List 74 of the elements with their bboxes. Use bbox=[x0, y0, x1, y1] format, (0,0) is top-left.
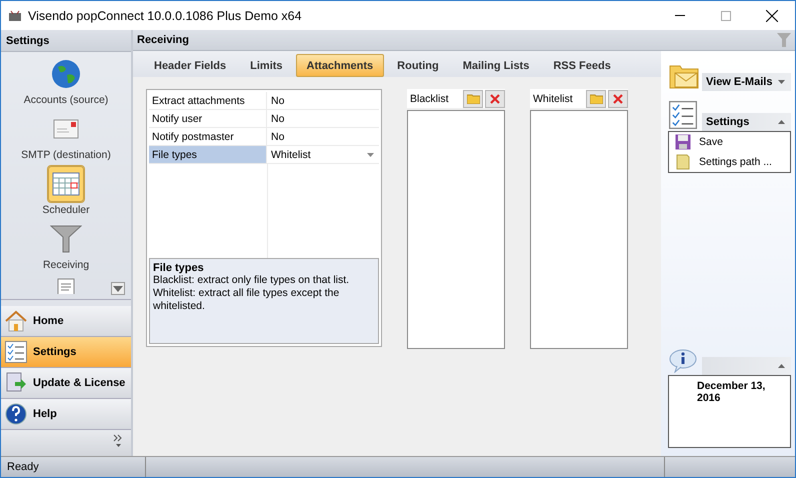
notepad-icon bbox=[57, 278, 75, 294]
folder-icon bbox=[675, 154, 691, 170]
globe-icon bbox=[50, 58, 82, 90]
delete-button[interactable] bbox=[608, 90, 628, 108]
delete-button[interactable] bbox=[485, 90, 505, 108]
tab[interactable]: Header Fields bbox=[143, 54, 238, 77]
property-value[interactable]: No bbox=[267, 92, 379, 109]
nav-button[interactable]: Settings bbox=[1, 337, 131, 368]
floppy-icon bbox=[675, 134, 691, 150]
sidebar-title: Settings bbox=[6, 34, 50, 46]
dropdown-arrow-icon bbox=[778, 80, 785, 84]
update-icon bbox=[5, 372, 27, 394]
settings-action[interactable]: Settings path ... bbox=[675, 154, 784, 170]
info-date: December 13, 2016 bbox=[697, 380, 766, 404]
house-icon bbox=[5, 310, 27, 332]
minimize-icon bbox=[675, 15, 685, 16]
nav-button[interactable]: Home bbox=[1, 306, 131, 337]
list-title: Blacklist bbox=[410, 92, 449, 104]
property-value[interactable]: No bbox=[267, 110, 379, 127]
add-folder-button[interactable] bbox=[463, 90, 483, 108]
tab[interactable]: Routing bbox=[386, 54, 450, 77]
property-value[interactable]: No bbox=[267, 128, 379, 145]
sidebar-item[interactable]: Receiving bbox=[42, 221, 90, 271]
tab[interactable]: Attachments bbox=[296, 54, 384, 77]
envelope-icon bbox=[53, 119, 79, 139]
item-label: Accounts (source) bbox=[24, 94, 108, 106]
list-box[interactable] bbox=[530, 110, 628, 349]
collapse-arrow-icon bbox=[778, 120, 785, 124]
tab[interactable]: Limits bbox=[239, 54, 294, 77]
close-icon bbox=[766, 10, 778, 22]
checklist-icon bbox=[5, 341, 27, 363]
description-text: Blacklist: extract only file types on that list. Whitelist: extract all file types except the whitelisted. bbox=[153, 274, 350, 313]
item-label: Receiving bbox=[42, 259, 90, 271]
tab[interactable]: RSS Feeds bbox=[542, 54, 622, 77]
item-label: Scheduler bbox=[42, 204, 90, 216]
delete-icon bbox=[613, 94, 623, 104]
delete-icon bbox=[490, 94, 500, 104]
folder-icon bbox=[590, 93, 602, 104]
window-title: Visendo popConnect 10.0.0.1086 Plus Demo x64 bbox=[28, 8, 303, 22]
scroll-down-button[interactable] bbox=[111, 282, 125, 295]
filter-icon bbox=[777, 33, 791, 47]
sidebar-item[interactable]: Accounts (source) bbox=[24, 56, 108, 106]
settings-action[interactable]: Save bbox=[675, 134, 784, 150]
chevron-icon bbox=[113, 434, 123, 448]
property-name[interactable]: Notify user bbox=[149, 110, 267, 127]
property-name[interactable]: Notify postmaster bbox=[149, 128, 267, 145]
down-arrow-icon bbox=[113, 286, 123, 292]
calendar-icon bbox=[48, 166, 84, 202]
info-icon bbox=[669, 349, 697, 373]
status-text: Ready bbox=[1, 457, 146, 477]
list-box[interactable] bbox=[407, 110, 505, 349]
dropdown-arrow-icon bbox=[367, 152, 374, 156]
list-title: Whitelist bbox=[533, 92, 573, 104]
sidebar-item[interactable]: SMTP (destination) bbox=[21, 111, 111, 161]
add-folder-button[interactable] bbox=[586, 90, 606, 108]
app-icon bbox=[8, 10, 22, 22]
tab[interactable]: Mailing Lists bbox=[452, 54, 540, 77]
folder-icon bbox=[466, 93, 480, 104]
funnel-icon bbox=[50, 225, 82, 253]
section-title: Receiving bbox=[137, 34, 189, 46]
maximize-icon bbox=[721, 10, 731, 20]
value-dropdown[interactable]: Whitelist bbox=[267, 146, 379, 163]
view-emails-button[interactable]: View E-Mails bbox=[702, 73, 791, 91]
nav-button[interactable]: Help bbox=[1, 399, 131, 430]
envelope-folder-icon bbox=[669, 63, 699, 89]
property-name[interactable]: File types bbox=[149, 146, 267, 163]
item-label: SMTP (destination) bbox=[21, 149, 111, 161]
checklist-icon bbox=[669, 101, 697, 129]
collapse-arrow-icon bbox=[778, 364, 785, 368]
settings-section-header[interactable]: Settings bbox=[702, 113, 791, 131]
nav-button[interactable]: Update & License bbox=[1, 368, 131, 399]
help-icon bbox=[5, 403, 27, 425]
property-name[interactable]: Extract attachments bbox=[149, 92, 267, 109]
description-title: File types bbox=[153, 262, 205, 274]
